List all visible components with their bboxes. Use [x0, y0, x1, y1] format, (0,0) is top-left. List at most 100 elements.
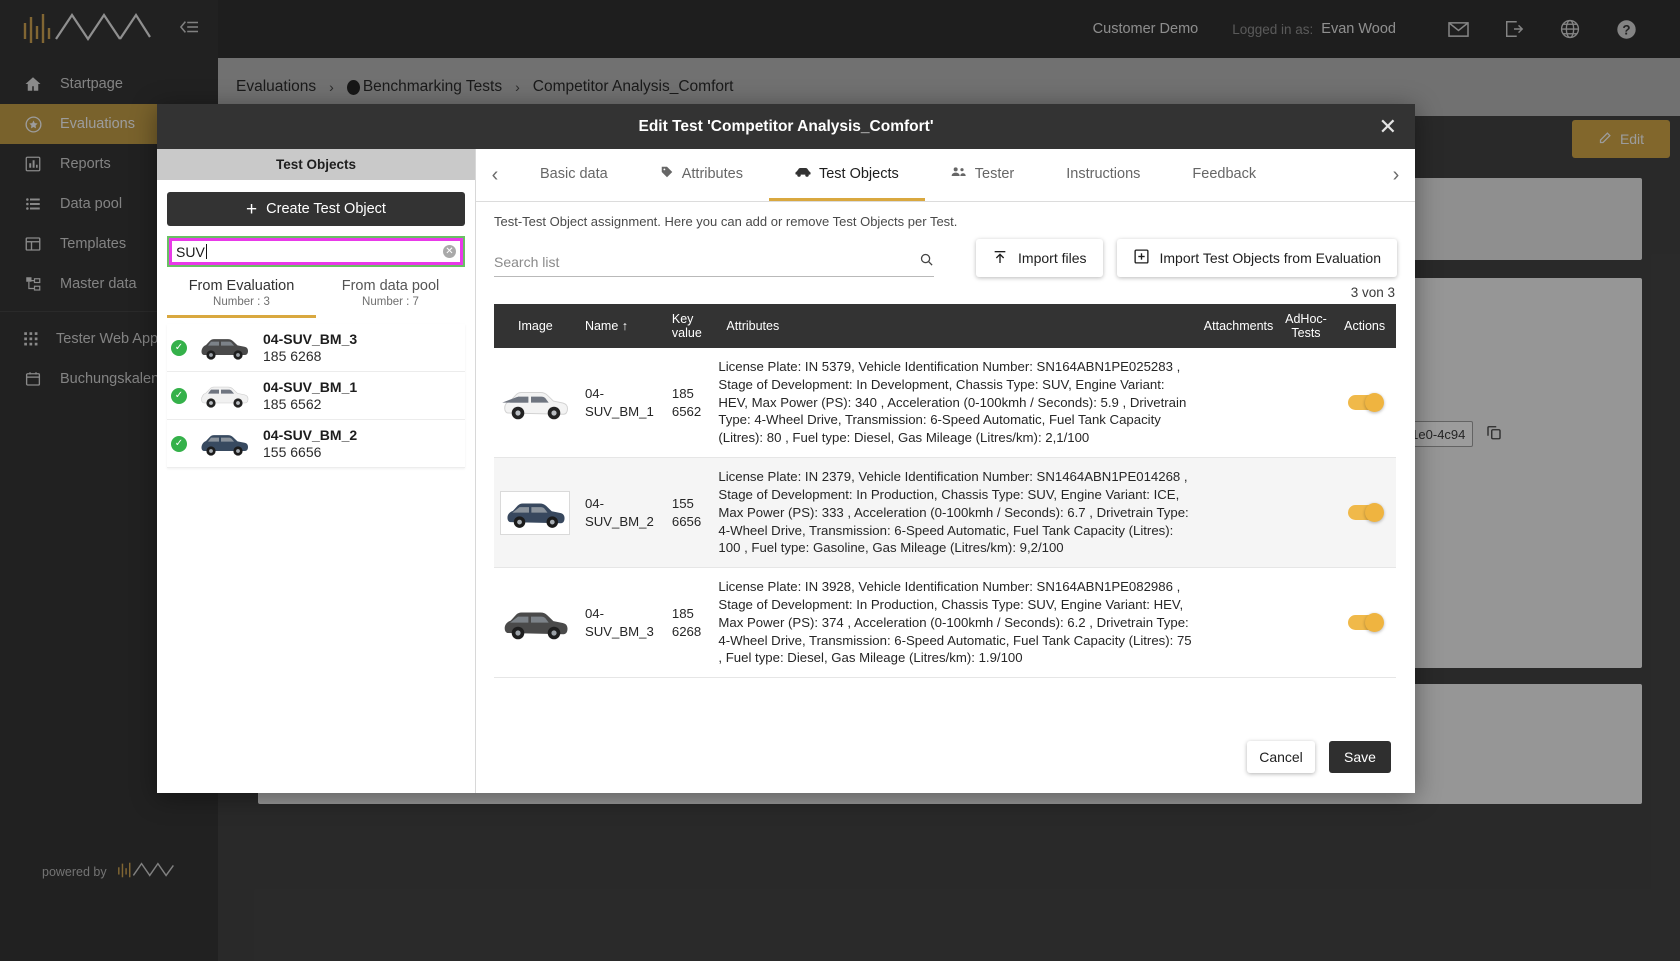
tab-attributes[interactable]: Attributes	[634, 149, 769, 201]
side-tab-label: From Evaluation	[188, 278, 295, 294]
suv-dark-grey-thumbnail	[198, 333, 252, 363]
column-header-attributes: Attributes	[712, 304, 1198, 348]
create-test-object-button[interactable]: + Create Test Object	[167, 192, 465, 226]
people-icon	[951, 165, 967, 183]
row-name: 04-SUV_BM_1	[578, 348, 666, 459]
row-actions-cell	[1333, 567, 1396, 679]
modal-title: Edit Test 'Competitor Analysis_Comfort'	[638, 117, 934, 135]
modal-footer: Cancel Save	[476, 721, 1415, 793]
suv-blue-thumbnail	[198, 429, 252, 459]
panel-description: Test-Test Object assignment. Here you ca…	[494, 214, 958, 229]
row-attributes: License Plate: IN 5379, Vehicle Identifi…	[712, 348, 1198, 459]
add-box-icon	[1133, 248, 1150, 268]
row-key-value: 185 6268	[665, 567, 713, 679]
row-attachments	[1197, 567, 1279, 679]
magnifier-icon[interactable]	[919, 252, 934, 272]
list-item-key: 185 6268	[263, 348, 322, 364]
row-attachments	[1197, 348, 1279, 459]
modal-body: Test Objects + Create Test Object SUV ✕ …	[157, 149, 1415, 793]
row-key-value: 155 6656	[665, 457, 713, 569]
side-tab-count: Number : 7	[362, 296, 419, 308]
import-test-objects-from-evaluation-button[interactable]: Import Test Objects from Evaluation	[1116, 239, 1397, 277]
list-item-name: 04-SUV_BM_1	[263, 379, 358, 395]
tab-label: Attributes	[681, 165, 743, 182]
side-panel-title: Test Objects	[157, 149, 475, 180]
row-attributes: License Plate: IN 2379, Vehicle Identifi…	[712, 457, 1198, 569]
cancel-button[interactable]: Cancel	[1247, 741, 1315, 773]
chevron-right-icon[interactable]: ›	[1377, 149, 1415, 201]
text-caret	[205, 244, 207, 259]
tab-label: Instructions	[1066, 165, 1141, 182]
modal-header: Edit Test 'Competitor Analysis_Comfort' …	[157, 104, 1415, 149]
result-count: 3 von 3	[1350, 285, 1395, 300]
tag-icon	[660, 165, 674, 183]
table-row[interactable]: 04-SUV_BM_3 185 6268 License Plate: IN 3…	[494, 567, 1396, 679]
search-list-input[interactable]: Search list	[494, 248, 934, 277]
test-objects-table: Image Name ↑ Key value Attributes Attach…	[494, 304, 1396, 679]
chevron-left-icon[interactable]: ‹	[476, 149, 514, 201]
tab-tester[interactable]: Tester	[925, 149, 1041, 201]
row-adhoc-tests	[1278, 567, 1334, 679]
row-adhoc-tests	[1278, 348, 1334, 459]
table-body: 04-SUV_BM_1 185 6562 License Plate: IN 5…	[494, 348, 1396, 679]
table-header: Image Name ↑ Key value Attributes Attach…	[494, 304, 1396, 348]
table-row[interactable]: 04-SUV_BM_2 155 6656 License Plate: IN 2…	[494, 457, 1396, 569]
side-tab-from-data-pool[interactable]: From data pool Number : 7	[316, 278, 465, 318]
tab-label: Basic data	[540, 165, 608, 182]
suv-dark-grey-thumbnail	[500, 601, 570, 645]
list-item-key: 185 6562	[263, 396, 322, 412]
row-toggle-switch[interactable]	[1347, 613, 1384, 633]
list-item[interactable]: ✓ 04-SUV_B	[167, 420, 465, 468]
side-tab-from-evaluation[interactable]: From Evaluation Number : 3	[167, 278, 316, 318]
search-list-placeholder: Search list	[494, 254, 560, 270]
column-header-image: Image	[494, 304, 579, 348]
column-header-actions: Actions	[1333, 304, 1396, 348]
test-objects-side-panel: Test Objects + Create Test Object SUV ✕ …	[157, 149, 476, 793]
table-row[interactable]: 04-SUV_BM_1 185 6562 License Plate: IN 5…	[494, 348, 1396, 459]
close-icon[interactable]: ✕	[1379, 115, 1397, 138]
sort-arrow-up-icon: ↑	[621, 319, 629, 333]
save-button[interactable]: Save	[1329, 741, 1391, 773]
import-files-label: Import files	[1018, 250, 1087, 266]
edit-test-modal: Edit Test 'Competitor Analysis_Comfort' …	[157, 104, 1415, 793]
tab-feedback[interactable]: Feedback	[1166, 149, 1282, 201]
tab-test-objects[interactable]: Test Objects	[768, 149, 925, 201]
row-actions-cell	[1333, 457, 1396, 569]
import-from-evaluation-label: Import Test Objects from Evaluation	[1159, 250, 1382, 266]
list-item-name: 04-SUV_BM_2	[263, 427, 358, 443]
modal-main-panel: ‹ Basic data Attributes Test Objects Tes…	[476, 149, 1415, 793]
column-header-name[interactable]: Name ↑	[578, 304, 666, 348]
upload-icon	[992, 249, 1008, 268]
row-image-cell	[494, 567, 579, 679]
toolbar-row: Search list Import files Import Test Obj…	[476, 229, 1415, 277]
clear-circle-icon[interactable]: ✕	[443, 245, 456, 258]
column-header-key-value: Key value	[665, 304, 713, 348]
modal-tab-bar: ‹ Basic data Attributes Test Objects Tes…	[476, 149, 1415, 202]
list-item[interactable]: ✓ 04-SUV_B	[167, 372, 465, 420]
selected-check-icon[interactable]: ✓	[171, 339, 187, 356]
column-header-attachments: Attachments	[1197, 304, 1279, 348]
row-toggle-switch[interactable]	[1347, 393, 1384, 413]
plus-icon: +	[246, 198, 258, 220]
tab-basic-data[interactable]: Basic data	[514, 149, 634, 201]
row-image-cell	[494, 457, 579, 569]
row-toggle-switch[interactable]	[1347, 503, 1384, 523]
row-key-value: 185 6562	[665, 348, 713, 459]
side-search-value: SUV	[176, 243, 205, 260]
row-attachments	[1197, 457, 1279, 569]
row-adhoc-tests	[1278, 457, 1334, 569]
selected-check-icon[interactable]: ✓	[171, 387, 187, 404]
import-files-button[interactable]: Import files	[976, 239, 1103, 277]
side-panel-tabs: From Evaluation Number : 3 From data poo…	[167, 278, 465, 318]
list-item-name: 04-SUV_BM_3	[263, 331, 358, 347]
tab-label: Tester	[974, 165, 1015, 182]
list-item-key: 155 6656	[263, 444, 322, 460]
tab-instructions[interactable]: Instructions	[1040, 149, 1166, 201]
row-attributes: License Plate: IN 3928, Vehicle Identifi…	[712, 567, 1198, 679]
side-search-input[interactable]: SUV ✕	[167, 236, 465, 267]
list-item[interactable]: ✓ 04-SUV_B	[167, 324, 465, 372]
suv-white-thumbnail	[198, 381, 252, 411]
toggle-knob	[1364, 393, 1384, 413]
tab-label: Test Objects	[818, 165, 899, 182]
selected-check-icon[interactable]: ✓	[171, 435, 187, 452]
